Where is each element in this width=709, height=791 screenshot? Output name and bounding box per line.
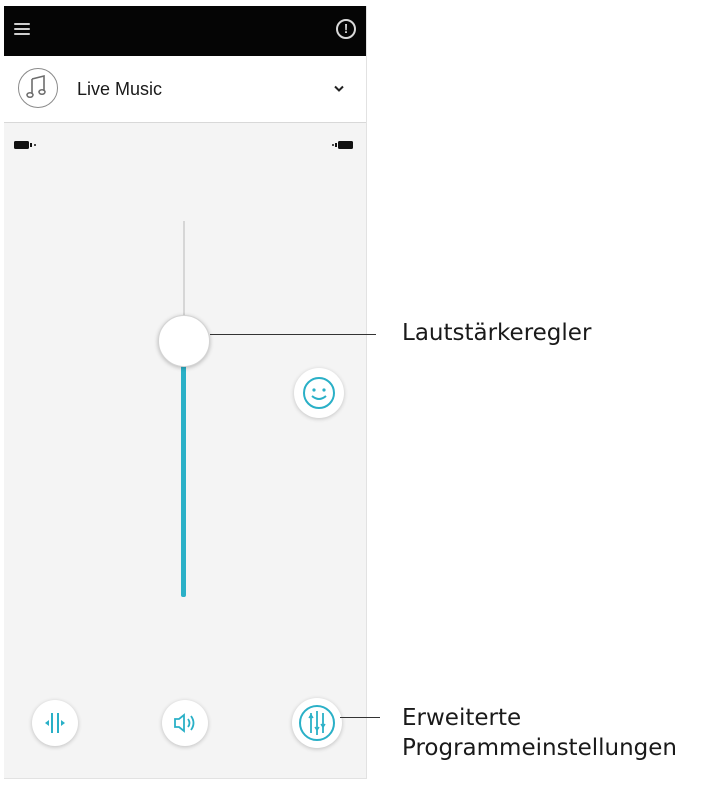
balance-button[interactable] bbox=[32, 700, 78, 746]
speaker-button[interactable] bbox=[162, 700, 208, 746]
callout-line-volume bbox=[210, 334, 376, 335]
balance-icon bbox=[45, 713, 65, 733]
callout-advanced-line1: Erweiterte bbox=[402, 705, 522, 731]
callout-volume-control: Lautstärkeregler bbox=[402, 320, 592, 346]
volume-slider-fill bbox=[181, 361, 186, 597]
battery-right-icon bbox=[330, 138, 354, 150]
callout-advanced-line2: Programmeinstellungen bbox=[402, 735, 677, 761]
equalizer-icon bbox=[299, 705, 335, 741]
advanced-settings-button[interactable] bbox=[292, 698, 342, 748]
callout-advanced-settings: Erweiterte Programmeinstellungen bbox=[402, 703, 677, 763]
chevron-down-icon[interactable] bbox=[332, 82, 346, 94]
smiley-icon bbox=[303, 377, 335, 409]
smiley-button[interactable] bbox=[294, 368, 344, 418]
battery-left-icon bbox=[14, 138, 38, 150]
top-bar: ! bbox=[4, 6, 366, 56]
callout-line-advanced bbox=[340, 717, 380, 718]
program-name: Live Music bbox=[77, 79, 163, 99]
app-screen: ! Live Music bbox=[4, 6, 367, 779]
program-selector[interactable]: Live Music bbox=[4, 56, 366, 123]
volume-slider-thumb[interactable] bbox=[158, 315, 210, 368]
music-note-icon bbox=[18, 68, 58, 108]
speaker-icon bbox=[174, 713, 195, 733]
alert-icon[interactable]: ! bbox=[336, 19, 356, 39]
hamburger-menu-icon[interactable] bbox=[14, 23, 30, 36]
